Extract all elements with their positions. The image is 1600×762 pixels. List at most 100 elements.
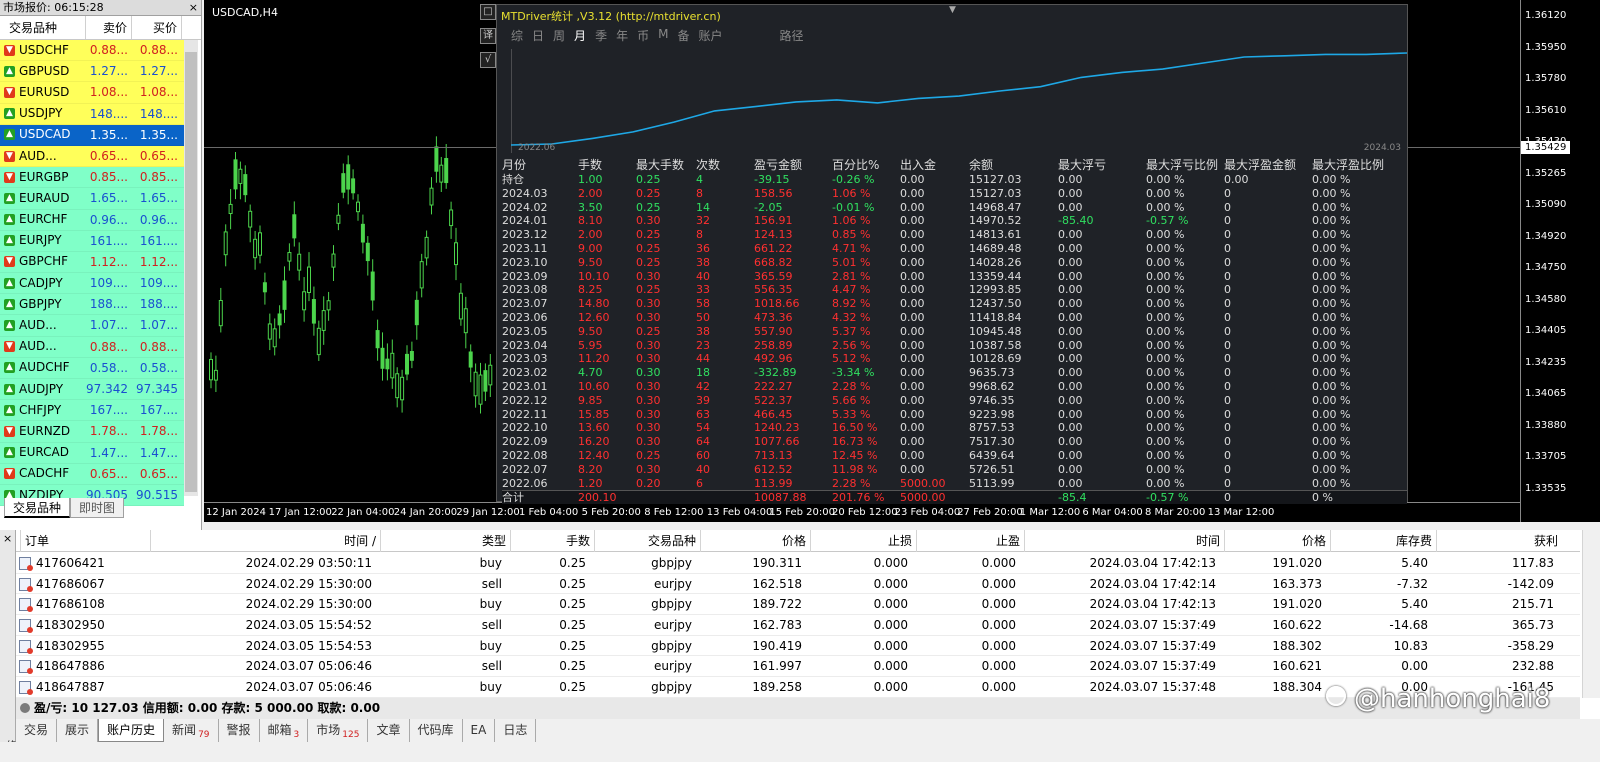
stats-row[interactable]: 2023.12 2.00 0.25 8 124.13 0.85 % 0.00 14813.61…: [502, 228, 1407, 242]
market-watch-row[interactable]: ▲ CADJPY 109.... 109....: [0, 273, 184, 295]
history-col-header[interactable]: 时间: [1024, 530, 1224, 552]
stats-row[interactable]: 2023.02 4.70 0.30 18 -332.89 -3.34 % 0.00 9635.…: [502, 366, 1407, 380]
stats-row[interactable]: 2022.09 16.20 0.30 64 1077.66 16.73 % 0.00 7517…: [502, 435, 1407, 449]
stats-row[interactable]: 2024.03 2.00 0.25 8 158.56 1.06 % 0.00 15127.03…: [502, 187, 1407, 201]
history-col-header[interactable]: 价格: [700, 530, 810, 552]
market-watch-row[interactable]: ▲ EURJPY 161.... 161....: [0, 230, 184, 252]
period-tab[interactable]: 账户: [698, 27, 722, 44]
history-col-header[interactable]: 类型: [380, 530, 510, 552]
history-col-header[interactable]: 库存费: [1330, 530, 1436, 552]
market-watch-row[interactable]: ▲ GBPUSD 1.27... 1.27...: [0, 61, 184, 83]
history-col-header[interactable]: 订单: [20, 530, 150, 552]
stats-row[interactable]: 2023.01 10.60 0.30 42 222.27 2.28 % 0.00 9968.6…: [502, 380, 1407, 394]
history-row[interactable]: 418302950 2024.03.05 15:54:52 sell 0.25 eurj…: [16, 615, 1580, 636]
history-col-header[interactable]: 价格: [1224, 530, 1330, 552]
stats-row[interactable]: 2022.06 1.20 0.20 6 113.99 2.28 % 5000.00 5113.…: [502, 477, 1407, 491]
terminal-tab[interactable]: 新闻 79: [164, 719, 219, 742]
scrollbar-thumb[interactable]: [185, 52, 197, 492]
stats-row[interactable]: 2023.08 8.25 0.25 33 556.35 4.47 % 0.00 12993.8…: [502, 283, 1407, 297]
terminal-tab[interactable]: 邮箱 3: [260, 719, 309, 742]
market-watch-row[interactable]: ▲ USDCAD 1.35... 1.35...: [0, 124, 184, 146]
market-watch-row[interactable]: ▲ EURCAD 1.47... 1.47...: [0, 442, 184, 464]
market-watch-row[interactable]: ▲ CHFJPY 167.... 167....: [0, 400, 184, 422]
stats-row[interactable]: 2024.01 8.10 0.30 32 156.91 1.06 % 0.00 14970.5…: [502, 214, 1407, 228]
stats-row[interactable]: 2024.02 3.50 0.25 14 -2.05 -0.01 % 0.00 14968.4…: [502, 201, 1407, 215]
market-watch-row[interactable]: ▼ EURNZD 1.78... 1.78...: [0, 421, 184, 443]
terminal-tab[interactable]: 账户历史: [98, 719, 165, 742]
market-watch-row[interactable]: ▲ AUDJPY 97.342 97.345: [0, 379, 184, 401]
market-watch-row[interactable]: ▲ EURCHF 0.96... 0.96...: [0, 209, 184, 231]
terminal-tab[interactable]: 日志: [495, 719, 537, 742]
period-tab[interactable]: M: [658, 27, 668, 44]
market-watch-row[interactable]: ▼ CADCHF 0.65... 0.65...: [0, 463, 184, 485]
history-row[interactable]: 417686108 2024.02.29 15:30:00 buy 0.25 gbpjp…: [16, 594, 1580, 616]
terminal-tab[interactable]: 警报: [219, 719, 260, 742]
stats-row[interactable]: 2023.06 12.60 0.30 50 473.36 4.32 % 0.00 11418.…: [502, 311, 1407, 325]
terminal-tab[interactable]: 文章: [368, 719, 410, 742]
period-tab[interactable]: 综: [511, 27, 523, 44]
check-icon[interactable]: √: [480, 52, 496, 68]
period-tab[interactable]: 季: [595, 27, 607, 44]
stats-row[interactable]: 2022.11 15.85 0.30 63 466.45 5.33 % 0.00 9223.9…: [502, 408, 1407, 422]
period-tab[interactable]: 月: [574, 27, 586, 44]
stats-row[interactable]: 2023.07 14.80 0.30 58 1018.66 8.92 % 0.00 12437…: [502, 297, 1407, 311]
stats-row[interactable]: 2023.09 10.10 0.30 40 365.59 2.81 % 0.00 13359.…: [502, 270, 1407, 284]
history-col-header[interactable]: 手数: [510, 530, 594, 552]
terminal-tab[interactable]: 交易: [16, 719, 58, 742]
col-bid-header[interactable]: 卖价: [86, 16, 132, 39]
market-watch-row[interactable]: ▲ GBPJPY 188.... 188....: [0, 294, 184, 316]
stats-row[interactable]: 持仓 1.00 0.25 4 -39.15 -0.26 % 0.00 15127.03 0.00…: [502, 173, 1407, 187]
stats-row[interactable]: 2023.03 11.20 0.30 44 492.96 5.12 % 0.00 10128.…: [502, 352, 1407, 366]
market-watch-row[interactable]: ▲ AUDCHF 0.58... 0.58...: [0, 357, 184, 379]
market-watch-row[interactable]: ▼ USDCHF 0.88... 0.88...: [0, 40, 184, 62]
history-col-header[interactable]: 时间 /: [150, 530, 380, 552]
col-symbol-header[interactable]: 交易品种: [0, 16, 86, 39]
market-watch-row[interactable]: ▼ EURUSD 1.08... 1.08...: [0, 82, 184, 104]
market-watch-row[interactable]: ▼ AUD... 0.88... 0.88...: [0, 336, 184, 358]
period-tab[interactable]: 币: [637, 27, 649, 44]
history-col-header[interactable]: 交易品种: [594, 530, 700, 552]
history-col-header[interactable]: 获利: [1436, 530, 1562, 552]
period-tab[interactable]: 路径: [780, 27, 804, 44]
market-watch-row[interactable]: ▲ AUD... 1.07... 1.07...: [0, 315, 184, 337]
col-ask-header[interactable]: 买价: [132, 16, 182, 39]
market-watch-row[interactable]: ▼ AUD... 0.65... 0.65...: [0, 145, 184, 168]
stats-row[interactable]: 2023.05 9.50 0.25 38 557.90 5.37 % 0.00 10945.4…: [502, 325, 1407, 339]
stats-row[interactable]: 2023.11 9.00 0.25 36 661.22 4.71 % 0.00 14689.4…: [502, 242, 1407, 256]
stats-row[interactable]: 2023.04 5.95 0.30 23 258.89 2.56 % 0.00 10387.5…: [502, 339, 1407, 353]
market-watch-row[interactable]: ▲ EURAUD 1.65... 1.65...: [0, 188, 184, 210]
stats-row[interactable]: 2022.12 9.85 0.30 39 522.37 5.66 % 0.00 9746.35…: [502, 394, 1407, 408]
market-watch-row[interactable]: ▲ USDJPY 148.... 148....: [0, 103, 184, 125]
period-tab[interactable]: 日: [532, 27, 544, 44]
terminal-tab[interactable]: 代码库: [410, 719, 463, 742]
history-scrollbar[interactable]: [1582, 530, 1600, 698]
stats-cell: 12993.85: [969, 283, 1022, 297]
terminal-tab[interactable]: 展示: [57, 719, 99, 742]
terminal-tab[interactable]: 市场 125: [308, 719, 369, 742]
stats-row[interactable]: 2022.08 12.40 0.25 60 713.13 12.45 % 0.00 6439.…: [502, 449, 1407, 463]
close-icon[interactable]: ×: [3, 532, 12, 545]
translate-icon[interactable]: 译: [480, 28, 496, 44]
history-row[interactable]: 417686067 2024.02.29 15:30:00 sell 0.25 eurj…: [16, 574, 1580, 595]
tab-tick-chart[interactable]: 即时图: [70, 498, 125, 518]
market-watch-row[interactable]: ▼ EURGBP 0.85... 0.85...: [0, 167, 184, 189]
stats-row[interactable]: 2023.10 9.50 0.25 38 668.82 5.01 % 0.00 14028.2…: [502, 256, 1407, 270]
terminal-tab[interactable]: EA: [463, 719, 496, 742]
history-row[interactable]: 418647886 2024.03.07 05:06:46 sell 0.25 eurj…: [16, 656, 1580, 678]
market-watch-row[interactable]: ▼ GBPCHF 1.12... 1.12...: [0, 251, 184, 274]
period-tab[interactable]: 年: [616, 27, 628, 44]
square-icon[interactable]: □: [480, 4, 496, 20]
history-col-header[interactable]: 止盈: [916, 530, 1024, 552]
history-col-header[interactable]: 止损: [810, 530, 916, 552]
history-row[interactable]: 417606421 2024.02.29 03:50:11 buy 0.25 gbpjp…: [16, 553, 1580, 574]
market-watch-scrollbar[interactable]: [184, 40, 198, 496]
stats-row[interactable]: 2022.10 13.60 0.30 54 1240.23 16.50 % 0.00 8757…: [502, 421, 1407, 435]
price-chart[interactable]: USDCAD,H4 □ 译 √ 1.36120 1.35950 1.35780 1.3…: [204, 0, 1600, 522]
period-tab[interactable]: 备: [677, 27, 689, 44]
tab-symbols[interactable]: 交易品种: [4, 498, 71, 518]
close-icon[interactable]: ×: [189, 0, 198, 16]
stats-row[interactable]: 2022.07 8.20 0.30 40 612.52 11.98 % 0.00 5726.5…: [502, 463, 1407, 477]
chevron-down-icon[interactable]: ▼: [949, 5, 961, 15]
period-tab[interactable]: 周: [553, 27, 565, 44]
history-row[interactable]: 418302955 2024.03.05 15:54:53 buy 0.25 gbpjp…: [16, 636, 1580, 657]
